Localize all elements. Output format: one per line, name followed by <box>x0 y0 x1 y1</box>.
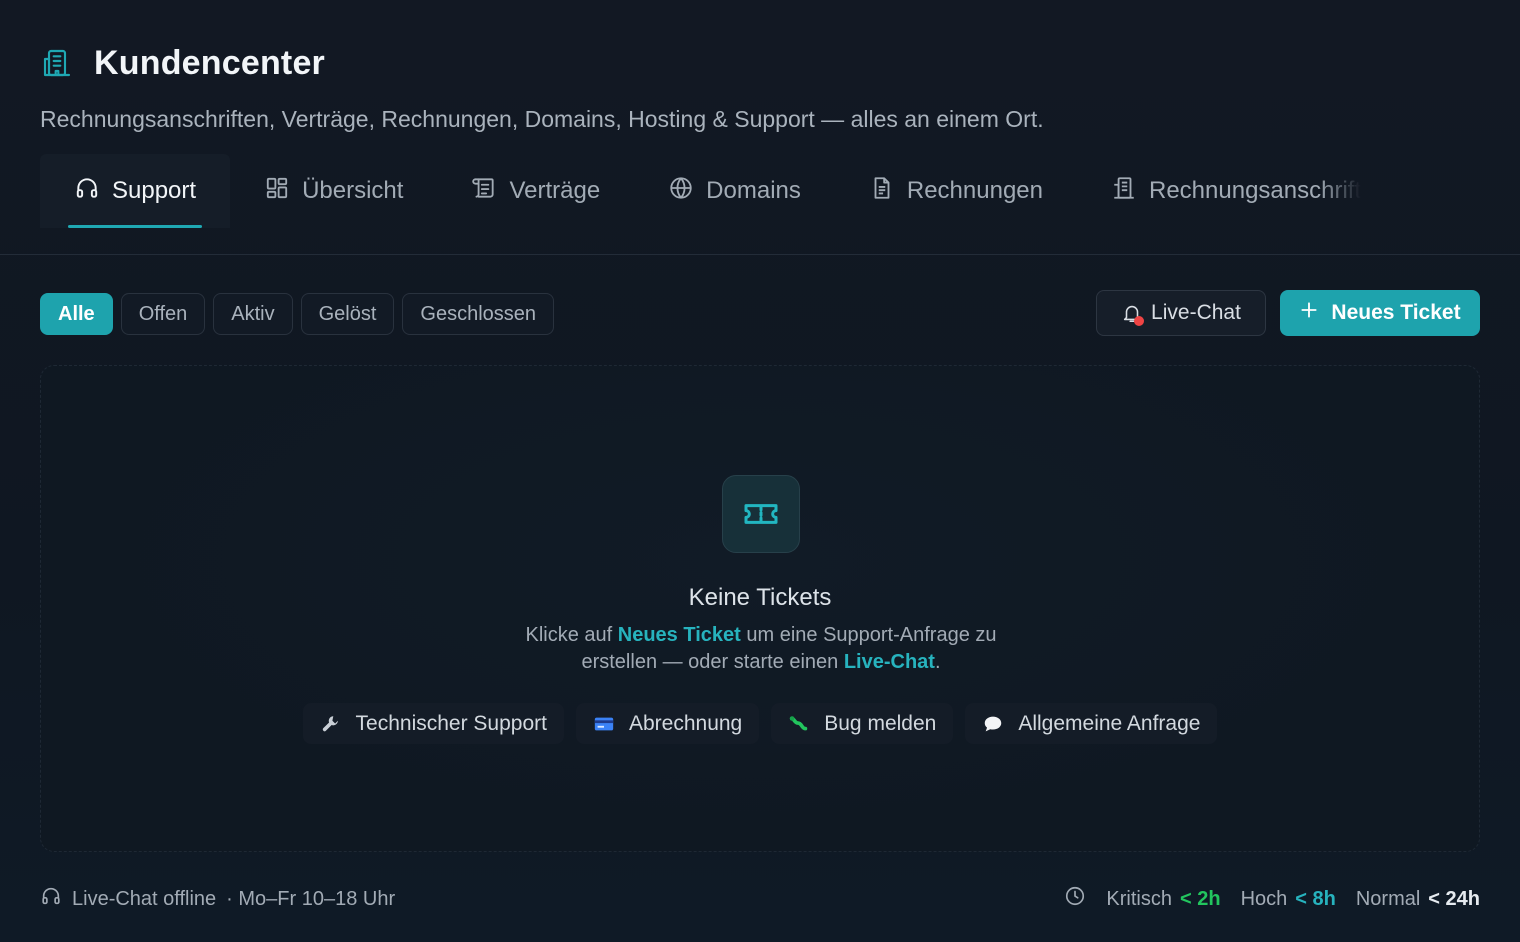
live-chat-label: Live-Chat <box>1151 301 1241 324</box>
grid-icon <box>264 175 290 208</box>
tab-vertraege[interactable]: Verträge <box>437 154 634 228</box>
tab-support[interactable]: Support <box>40 154 231 228</box>
tab-label: Support <box>112 177 197 204</box>
filter-geloest[interactable]: Gelöst <box>300 293 395 335</box>
sla-critical: Kritisch < 2h <box>1106 888 1220 911</box>
tab-rechnungen[interactable]: Rechnungen <box>835 154 1077 228</box>
building-icon <box>40 46 74 80</box>
category-billing[interactable]: Abrechnung <box>575 703 760 744</box>
wrench-icon <box>320 713 342 735</box>
tab-label: Übersicht <box>302 177 404 204</box>
empty-text-part: . <box>934 651 941 673</box>
toolbar-actions: Live-Chat Neues Ticket <box>1096 290 1480 336</box>
sla-value: < 8h <box>1295 887 1336 910</box>
tab-uebersicht[interactable]: Übersicht <box>230 154 437 228</box>
tab-label: Verträge <box>509 177 601 204</box>
sla-high: Hoch < 8h <box>1241 888 1336 911</box>
category-technical-support[interactable]: Technischer Support <box>302 703 564 744</box>
support-hours: · Mo–Fr 10–18 Uhr <box>226 887 396 910</box>
new-ticket-label: Neues Ticket <box>1331 301 1461 324</box>
tab-domains[interactable]: Domains <box>634 154 835 228</box>
tab-label: Domains <box>706 177 801 204</box>
page-title: Kundencenter <box>94 43 325 82</box>
tab-label: Rechnungsanschrift <box>1149 177 1362 204</box>
sla-info: Kritisch < 2h Hoch < 8h Normal < 24h <box>1064 885 1480 913</box>
status-filter-group: Alle Offen Aktiv Gelöst Geschlossen <box>40 293 555 335</box>
plus-icon <box>1299 300 1319 326</box>
headset-icon <box>74 175 100 208</box>
notification-dot <box>1134 316 1145 326</box>
new-ticket-button[interactable]: Neues Ticket <box>1280 290 1480 336</box>
clock-icon <box>1064 885 1086 913</box>
sla-value: < 2h <box>1179 887 1221 910</box>
empty-state-title: Keine Tickets <box>688 584 832 611</box>
tab-divider <box>0 254 1520 255</box>
sla-label: Normal <box>1355 887 1421 910</box>
category-label: Bug melden <box>824 711 937 735</box>
speech-bubble-icon <box>982 713 1004 735</box>
category-bug-report[interactable]: Bug melden <box>771 703 954 744</box>
live-chat-button[interactable]: Live-Chat <box>1096 290 1266 336</box>
filter-aktiv[interactable]: Aktiv <box>213 293 293 335</box>
ticket-icon <box>722 475 800 553</box>
sla-value: < 24h <box>1428 887 1480 910</box>
filter-alle[interactable]: Alle <box>40 293 113 335</box>
scroll-icon <box>471 175 497 208</box>
tab-rechnungsanschrift[interactable]: Rechnungsanschrift <box>1077 154 1395 228</box>
page-header: Kundencenter Rechnungsanschriften, Vertr… <box>40 40 1044 133</box>
tab-bar: Support Übersicht Verträge Domains Rechn… <box>40 154 1395 228</box>
globe-icon <box>668 175 694 208</box>
filter-geschlossen[interactable]: Geschlossen <box>402 293 555 335</box>
category-general-inquiry[interactable]: Allgemeine Anfrage <box>965 703 1218 744</box>
empty-text-part: Klicke auf <box>525 624 618 646</box>
live-chat-link[interactable]: Live-Chat <box>844 651 935 673</box>
category-label: Abrechnung <box>628 711 743 735</box>
tab-label: Rechnungen <box>906 177 1043 204</box>
sla-normal: Normal < 24h <box>1356 888 1480 911</box>
chat-status: Live-Chat offline · Mo–Fr 10–18 Uhr <box>40 885 395 913</box>
headset-icon <box>40 885 62 913</box>
bug-icon <box>788 713 810 735</box>
category-label: Allgemeine Anfrage <box>1018 711 1201 735</box>
sla-label: Kritisch <box>1106 887 1172 910</box>
document-icon <box>869 175 895 208</box>
page-subtitle: Rechnungsanschriften, Verträge, Rechnung… <box>40 106 1044 132</box>
new-ticket-link[interactable]: Neues Ticket <box>618 624 741 646</box>
chat-status-text: Live-Chat offline <box>72 887 217 910</box>
empty-state-text: Klicke auf Neues Ticket um eine Support-… <box>501 622 1021 676</box>
credit-card-icon <box>593 713 615 735</box>
category-shortcuts: Technischer Support Abrechnung Bug melde… <box>41 703 1479 744</box>
bell-icon <box>1121 301 1145 326</box>
empty-state-card: Keine Tickets Klicke auf Neues Ticket um… <box>40 365 1480 852</box>
sla-label: Hoch <box>1240 887 1288 910</box>
category-label: Technischer Support <box>355 711 547 735</box>
building-icon <box>1111 175 1137 208</box>
filter-offen[interactable]: Offen <box>120 293 206 335</box>
